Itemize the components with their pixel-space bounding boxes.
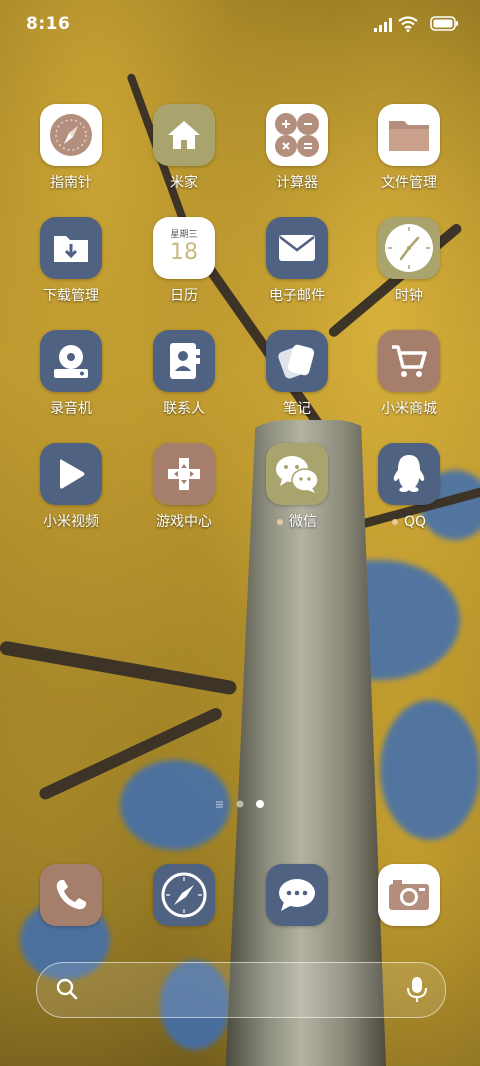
app-email[interactable]: 电子邮件: [247, 217, 347, 317]
app-label: 时钟: [395, 288, 423, 304]
compass-icon: [40, 104, 102, 166]
new-indicator-dot: [277, 519, 283, 525]
dock-camera[interactable]: [359, 864, 459, 964]
wechat-icon: [266, 443, 328, 505]
home-icon: [153, 104, 215, 166]
app-file-manager[interactable]: 文件管理: [359, 104, 459, 204]
app-compass[interactable]: 指南针: [21, 104, 121, 204]
app-label-wrap: 微信: [247, 513, 347, 531]
app-game-center[interactable]: 游戏中心: [134, 443, 234, 543]
app-label-wrap: QQ: [359, 513, 459, 531]
mail-icon: [266, 217, 328, 279]
search-bar[interactable]: [36, 962, 446, 1019]
app-contacts[interactable]: 联系人: [134, 330, 234, 430]
search-input[interactable]: [91, 963, 391, 1019]
app-mijia[interactable]: 米家: [134, 104, 234, 204]
app-label: 电子邮件: [269, 288, 325, 304]
calendar-weekday: 星期三: [170, 229, 198, 240]
wifi-icon: [398, 16, 418, 32]
dock-browser[interactable]: [134, 864, 234, 964]
new-indicator-dot: [391, 519, 398, 525]
camera-icon: [378, 864, 440, 926]
message-icon: [266, 864, 328, 926]
app-wechat[interactable]: 微信: [247, 443, 347, 543]
app-download-manager[interactable]: 下载管理: [21, 217, 121, 317]
contacts-icon: [153, 330, 215, 392]
app-label: 笔记: [283, 401, 311, 417]
app-label: 游戏中心: [156, 514, 212, 530]
app-label: 小米商城: [381, 401, 437, 417]
calculator-icon: [266, 104, 328, 166]
app-label: 小米视频: [43, 514, 99, 530]
qq-penguin-icon: [378, 443, 440, 505]
gamepad-icon: [153, 443, 215, 505]
page-indicator-dots: [216, 800, 264, 808]
app-label: 米家: [170, 175, 198, 191]
app-qq[interactable]: QQ: [359, 443, 459, 543]
notes-icon: [266, 330, 328, 392]
app-label: 联系人: [163, 401, 205, 417]
download-folder-icon: [40, 217, 102, 279]
app-mi-store[interactable]: 小米商城: [359, 330, 459, 430]
status-bar: 8:16: [0, 0, 480, 50]
battery-icon: [430, 16, 458, 31]
calendar-icon: 星期三 18: [153, 217, 215, 279]
browser-compass-icon: [153, 864, 215, 926]
microphone-icon[interactable]: [405, 975, 429, 1003]
app-label: 日历: [170, 288, 198, 304]
search-icon: [56, 978, 78, 1000]
page-indicator[interactable]: [214, 796, 268, 810]
signal-icon: [374, 18, 392, 32]
calendar-day: 18: [170, 239, 198, 265]
cart-icon: [378, 330, 440, 392]
app-label: 录音机: [50, 401, 92, 417]
app-label: 文件管理: [381, 175, 437, 191]
phone-icon: [40, 864, 102, 926]
app-label: 下载管理: [43, 288, 99, 304]
dock-phone[interactable]: [21, 864, 121, 964]
recorder-icon: [40, 330, 102, 392]
app-label: QQ: [403, 514, 427, 530]
app-label: 微信: [289, 514, 317, 530]
app-recorder[interactable]: 录音机: [21, 330, 121, 430]
app-notes[interactable]: 笔记: [247, 330, 347, 430]
app-clock[interactable]: 时钟: [359, 217, 459, 317]
app-mi-video[interactable]: 小米视频: [21, 443, 121, 543]
app-label: 计算器: [276, 175, 318, 191]
app-calculator[interactable]: 计算器: [247, 104, 347, 204]
clock-time: 8:16: [26, 14, 71, 34]
folder-icon: [378, 104, 440, 166]
app-calendar[interactable]: 星期三 18 日历: [134, 217, 234, 317]
app-label: 指南针: [50, 175, 92, 191]
dock-messages[interactable]: [247, 864, 347, 964]
clock-icon: [378, 217, 440, 279]
play-icon: [40, 443, 102, 505]
